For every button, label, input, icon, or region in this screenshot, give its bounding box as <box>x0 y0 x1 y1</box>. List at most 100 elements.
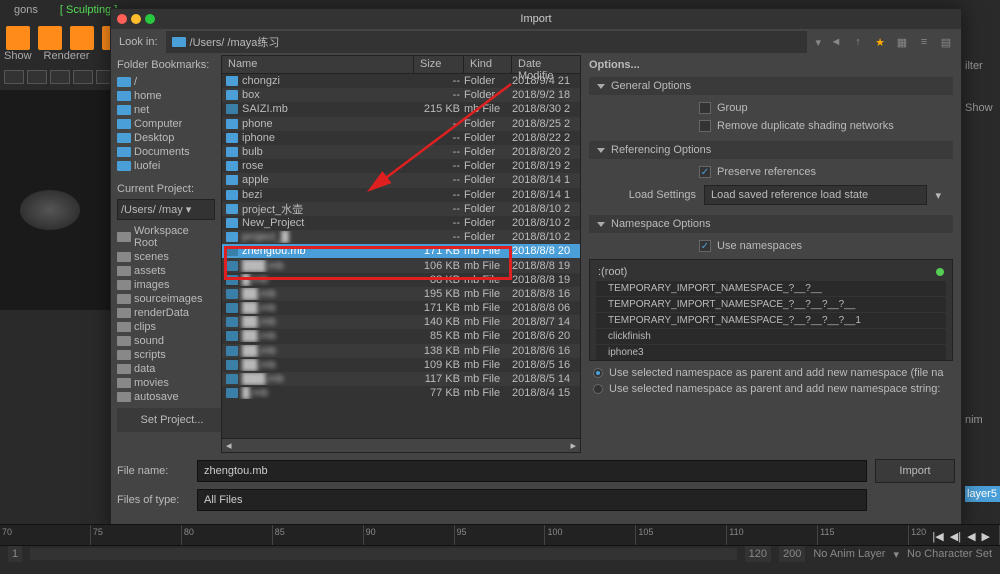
namespace-item[interactable]: clickfinish <box>596 329 946 344</box>
file-row[interactable]: apple--Folder2018/8/14 1 <box>222 173 580 187</box>
menu-renderer[interactable]: Renderer <box>44 50 90 62</box>
detail-view-icon[interactable]: ▤ <box>939 35 953 49</box>
close-icon[interactable] <box>117 14 127 24</box>
new-folder-icon[interactable]: ▦ <box>895 35 909 49</box>
lookin-path[interactable]: /Users/ /maya练习 <box>166 31 808 53</box>
file-row[interactable]: rose--Folder2018/8/19 2 <box>222 159 580 173</box>
timeline-start[interactable]: 1 <box>8 546 22 562</box>
right-panel-layer[interactable]: layer5 <box>965 486 1000 502</box>
project-folder-item[interactable]: clips <box>117 320 215 334</box>
project-folder-item[interactable]: sound <box>117 334 215 348</box>
chevron-down-icon[interactable]: ▾ <box>815 36 821 49</box>
namespace-item[interactable]: iphone3 <box>596 345 946 360</box>
namespace-radio-1[interactable] <box>593 368 603 378</box>
play-start-icon[interactable]: |◀ <box>932 530 943 543</box>
use-namespaces-checkbox[interactable] <box>699 240 711 252</box>
bookmark-item[interactable]: / <box>117 75 215 89</box>
viewport[interactable] <box>0 90 110 310</box>
file-row[interactable]: iphone--Folder2018/8/22 2 <box>222 131 580 145</box>
project-folder-item[interactable]: images <box>117 278 215 292</box>
file-row[interactable]: █.mb88 KBmb File2018/8/8 19 <box>222 273 580 287</box>
namespace-radio-2[interactable] <box>593 384 603 394</box>
chevron-down-icon[interactable]: ▾ <box>935 189 941 202</box>
file-row[interactable]: ██.mb140 KBmb File2018/8/7 14 <box>222 315 580 329</box>
section-general[interactable]: General Options <box>589 77 953 95</box>
file-row[interactable]: ██.mb138 KBmb File2018/8/6 16 <box>222 344 580 358</box>
back-icon[interactable]: ◄ <box>829 35 843 49</box>
bookmark-icon[interactable]: ★ <box>873 35 887 49</box>
project-folder-item[interactable]: Workspace Root <box>117 224 215 250</box>
maximize-icon[interactable] <box>145 14 155 24</box>
project-folder-item[interactable]: sourceimages <box>117 292 215 306</box>
viewport-icon[interactable] <box>73 70 93 84</box>
load-settings-select[interactable]: Load saved reference load state <box>704 185 927 205</box>
menu-show[interactable]: Show <box>4 50 32 62</box>
bookmark-item[interactable]: Desktop <box>117 131 215 145</box>
project-folder-item[interactable]: renderData <box>117 306 215 320</box>
file-row[interactable]: ██.mb109 KBmb File2018/8/5 16 <box>222 358 580 372</box>
bookmark-item[interactable]: net <box>117 103 215 117</box>
section-referencing[interactable]: Referencing Options <box>589 141 953 159</box>
file-row[interactable]: ███.mb117 KBmb File2018/8/5 14 <box>222 372 580 386</box>
right-panel-show[interactable]: Show <box>965 102 1000 114</box>
project-folder-item[interactable]: data <box>117 362 215 376</box>
file-row[interactable]: New_Project--Folder2018/8/10 2 <box>222 216 580 230</box>
bg-tab[interactable]: gons <box>8 2 44 18</box>
project-select[interactable]: /Users/ /may ▾ <box>117 199 215 220</box>
file-row[interactable]: project_水壶--Folder2018/8/10 2 <box>222 202 580 216</box>
anim-layer-select[interactable]: No Anim Layer <box>813 548 885 560</box>
files-of-type-select[interactable]: All Files <box>197 489 867 511</box>
col-name[interactable]: Name <box>222 56 414 73</box>
col-kind[interactable]: Kind <box>464 56 512 73</box>
file-row[interactable]: ███.mb106 KBmb File2018/8/8 19 <box>222 258 580 272</box>
file-row[interactable]: █.mb77 KBmb File2018/8/4 15 <box>222 386 580 400</box>
viewport-icon[interactable] <box>50 70 70 84</box>
project-folder-item[interactable]: assets <box>117 264 215 278</box>
project-folder-item[interactable]: scenes <box>117 250 215 264</box>
file-row[interactable]: zhengtou.mb171 KBmb File2018/8/8 20 <box>222 244 580 258</box>
viewport-icon[interactable] <box>4 70 24 84</box>
scroll-right-icon[interactable]: ▸ <box>570 439 576 452</box>
play-back-icon[interactable]: ◀ <box>967 530 975 543</box>
file-row[interactable]: bezi--Folder2018/8/14 1 <box>222 188 580 202</box>
file-row[interactable]: ██.mb171 KBmb File2018/8/8 06 <box>222 301 580 315</box>
bookmark-item[interactable]: home <box>117 89 215 103</box>
namespace-item[interactable]: TEMPORARY_IMPORT_NAMESPACE_?__?__?__?__ <box>596 297 946 312</box>
group-checkbox[interactable] <box>699 102 711 114</box>
file-row[interactable]: box--Folder2018/9/2 18 <box>222 88 580 102</box>
remove-duplicates-checkbox[interactable] <box>699 120 711 132</box>
bookmark-item[interactable]: Documents <box>117 145 215 159</box>
play-prev-icon[interactable]: ◀| <box>950 530 961 543</box>
viewport-icon[interactable] <box>27 70 47 84</box>
scroll-left-icon[interactable]: ◂ <box>226 439 232 452</box>
project-folder-item[interactable]: scripts <box>117 348 215 362</box>
list-view-icon[interactable]: ≡ <box>917 35 931 49</box>
col-size[interactable]: Size <box>414 56 464 73</box>
bookmark-item[interactable]: luofei <box>117 159 215 173</box>
col-date[interactable]: Date Modifie <box>512 56 578 73</box>
file-row[interactable]: ██.mb195 KBmb File2018/8/8 16 <box>222 287 580 301</box>
shelf-icon[interactable] <box>38 26 62 50</box>
timeline[interactable]: 707580859095100105110115120 1 120 200 No… <box>0 524 1000 574</box>
file-row[interactable]: ██.mb85 KBmb File2018/8/6 20 <box>222 329 580 343</box>
namespace-list[interactable]: :(root) TEMPORARY_IMPORT_NAMESPACE_?__?_… <box>589 259 953 361</box>
section-namespace[interactable]: Namespace Options <box>589 215 953 233</box>
file-row[interactable]: phone--Folder2018/8/25 2 <box>222 117 580 131</box>
play-fwd-icon[interactable]: ▶ <box>982 530 990 543</box>
project-folder-item[interactable]: autosave <box>117 390 215 404</box>
timeline-max[interactable]: 200 <box>779 546 805 562</box>
preserve-refs-checkbox[interactable] <box>699 166 711 178</box>
minimize-icon[interactable] <box>131 14 141 24</box>
file-row[interactable]: SAIZI.mb215 KBmb File2018/8/30 2 <box>222 102 580 116</box>
file-row[interactable]: bulb--Folder2018/8/20 2 <box>222 145 580 159</box>
import-button[interactable]: Import <box>875 459 955 483</box>
timeline-end[interactable]: 120 <box>745 546 771 562</box>
set-project-button[interactable]: Set Project... <box>117 408 221 432</box>
char-set-select[interactable]: No Character Set <box>907 548 992 560</box>
shelf-icon[interactable] <box>6 26 30 50</box>
namespace-item[interactable]: TEMPORARY_IMPORT_NAMESPACE_?__?__ <box>596 281 946 296</box>
shelf-icon[interactable] <box>70 26 94 50</box>
bookmark-item[interactable]: Computer <box>117 117 215 131</box>
file-row[interactable]: chongzi--Folder2018/9/4 21 <box>222 74 580 88</box>
file-row[interactable]: project_█--Folder2018/8/10 2 <box>222 230 580 244</box>
